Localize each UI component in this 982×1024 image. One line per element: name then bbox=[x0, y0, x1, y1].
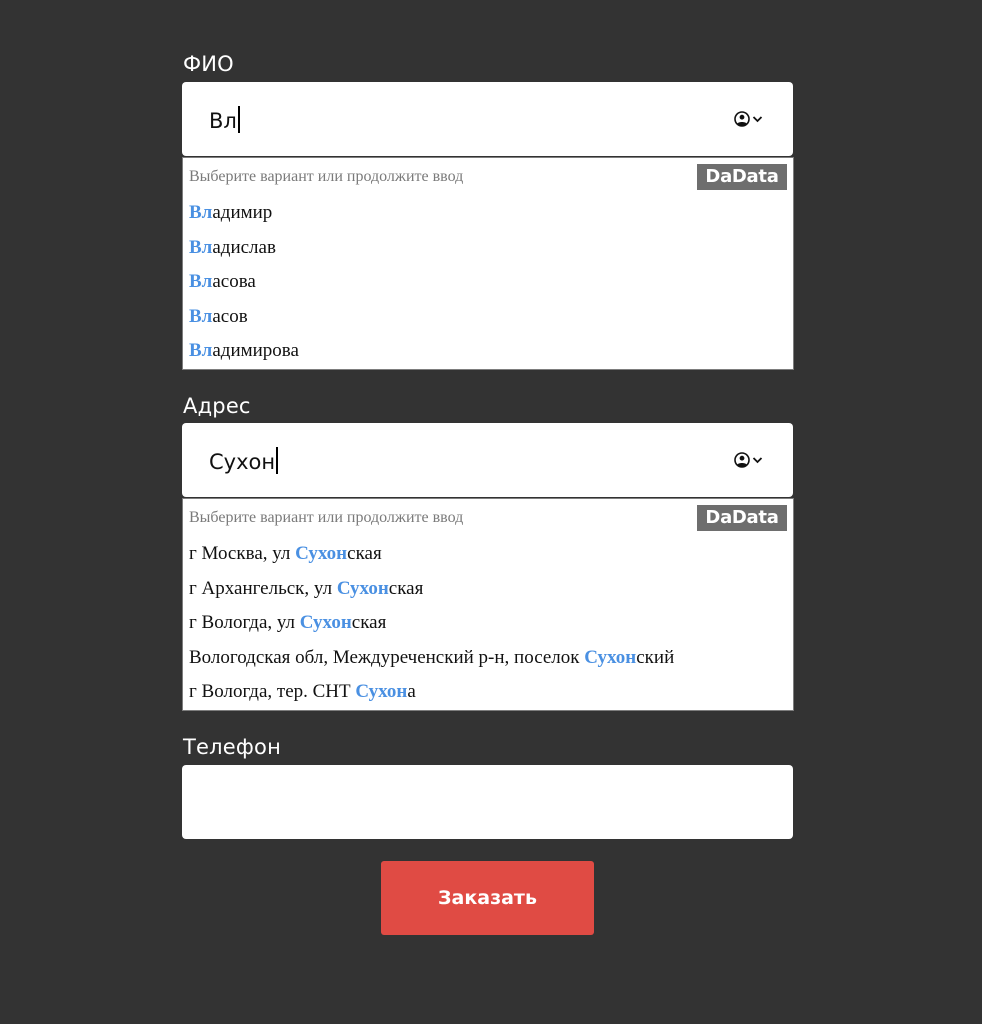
phone-input[interactable] bbox=[182, 765, 793, 839]
phone-label: Телефон bbox=[183, 735, 282, 759]
chevron-down-icon[interactable] bbox=[752, 455, 763, 465]
text-caret bbox=[237, 106, 240, 133]
text-caret bbox=[276, 447, 279, 474]
fio-suggestion-item[interactable]: Власов bbox=[183, 300, 793, 335]
fio-suggestions-dropdown: Выберите вариант или продолжите ввод DaD… bbox=[182, 157, 794, 370]
address-suggestion-item[interactable]: Вологодская обл, Междуреченский р-н, пос… bbox=[183, 641, 793, 676]
person-circle-icon[interactable] bbox=[734, 111, 750, 127]
address-suggestion-item[interactable]: г Москва, ул Сухонская bbox=[183, 537, 793, 572]
address-suggestion-list: г Москва, ул Сухонская г Архангельск, ул… bbox=[183, 537, 793, 710]
fio-input[interactable]: Вл bbox=[182, 82, 793, 156]
address-input[interactable]: Сухон bbox=[182, 423, 793, 497]
address-input-value[interactable]: Сухон bbox=[209, 447, 279, 475]
dadata-logo: DaData bbox=[697, 505, 787, 531]
fio-suggestion-item[interactable]: Владимирова bbox=[183, 334, 793, 369]
suggestions-hint: Выберите вариант или продолжите ввод bbox=[189, 509, 464, 526]
address-suggestion-item[interactable]: г Вологда, ул Сухонская bbox=[183, 606, 793, 641]
fio-suggestion-item[interactable]: Владислав bbox=[183, 231, 793, 266]
dadata-logo: DaData bbox=[697, 164, 787, 190]
person-circle-icon[interactable] bbox=[734, 452, 750, 468]
suggestions-hint: Выберите вариант или продолжите ввод bbox=[189, 168, 464, 185]
address-label: Адрес bbox=[183, 394, 251, 418]
order-button[interactable]: Заказать bbox=[381, 861, 594, 935]
address-suggestions-dropdown: Выберите вариант или продолжите ввод DaD… bbox=[182, 498, 794, 711]
chevron-down-icon[interactable] bbox=[752, 114, 763, 124]
fio-suggestion-item[interactable]: Власова bbox=[183, 265, 793, 300]
fio-suggestion-list: Владимир Владислав Власова Власов Владим… bbox=[183, 196, 793, 369]
address-suggestion-item[interactable]: г Архангельск, ул Сухонская bbox=[183, 572, 793, 607]
fio-input-value[interactable]: Вл bbox=[209, 106, 240, 134]
address-suggestion-item[interactable]: г Вологда, тер. СНТ Сухона bbox=[183, 675, 793, 710]
fio-label: ФИО bbox=[183, 52, 234, 76]
fio-suggestion-item[interactable]: Владимир bbox=[183, 196, 793, 231]
